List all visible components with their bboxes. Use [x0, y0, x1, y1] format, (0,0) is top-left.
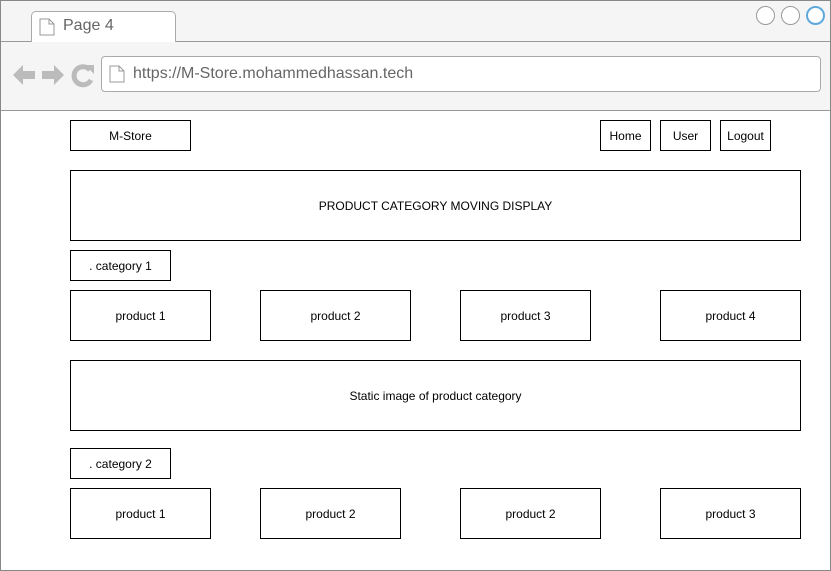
- page-icon: [109, 65, 125, 83]
- forward-arrow-icon: [42, 65, 64, 85]
- address-bar[interactable]: https://M-Store.mohammedhassan.tech: [101, 56, 821, 92]
- store-logo[interactable]: M-Store: [70, 120, 191, 151]
- category-2-product-card[interactable]: product 2: [260, 488, 401, 539]
- category-1-product-card[interactable]: product 2: [260, 290, 411, 341]
- browser-chrome: Page 4 https://M-Store.mohammedhassan.te…: [1, 1, 830, 111]
- category-static-image: Static image of product category: [70, 360, 801, 431]
- back-button[interactable]: [11, 61, 37, 89]
- close-button[interactable]: [806, 6, 825, 25]
- forward-button[interactable]: [40, 61, 66, 89]
- url-text: https://M-Store.mohammedhassan.tech: [133, 65, 414, 82]
- reload-icon: [71, 64, 94, 88]
- category-carousel[interactable]: PRODUCT CATEGORY MOVING DISPLAY: [70, 170, 801, 241]
- maximize-button[interactable]: [781, 6, 800, 25]
- nav-user-button[interactable]: User: [660, 120, 711, 151]
- browser-tab[interactable]: Page 4: [31, 11, 176, 42]
- reload-button[interactable]: [70, 61, 96, 89]
- category-2-product-card[interactable]: product 3: [660, 488, 801, 539]
- category-2-product-card[interactable]: product 2: [460, 488, 601, 539]
- nav-logout-button[interactable]: Logout: [720, 120, 771, 151]
- category-2-label[interactable]: . category 2: [70, 448, 171, 479]
- category-1-label[interactable]: . category 1: [70, 250, 171, 281]
- tab-title: Page 4: [63, 17, 114, 34]
- browser-window: Page 4 https://M-Store.mohammedhassan.te…: [0, 0, 831, 571]
- page-icon: [39, 18, 55, 36]
- category-1-product-card[interactable]: product 3: [460, 290, 591, 341]
- back-arrow-icon: [13, 65, 35, 85]
- category-2-product-card[interactable]: product 1: [70, 488, 211, 539]
- nav-home-button[interactable]: Home: [600, 120, 651, 151]
- minimize-button[interactable]: [756, 6, 775, 25]
- category-1-product-card[interactable]: product 4: [660, 290, 801, 341]
- category-1-product-card[interactable]: product 1: [70, 290, 211, 341]
